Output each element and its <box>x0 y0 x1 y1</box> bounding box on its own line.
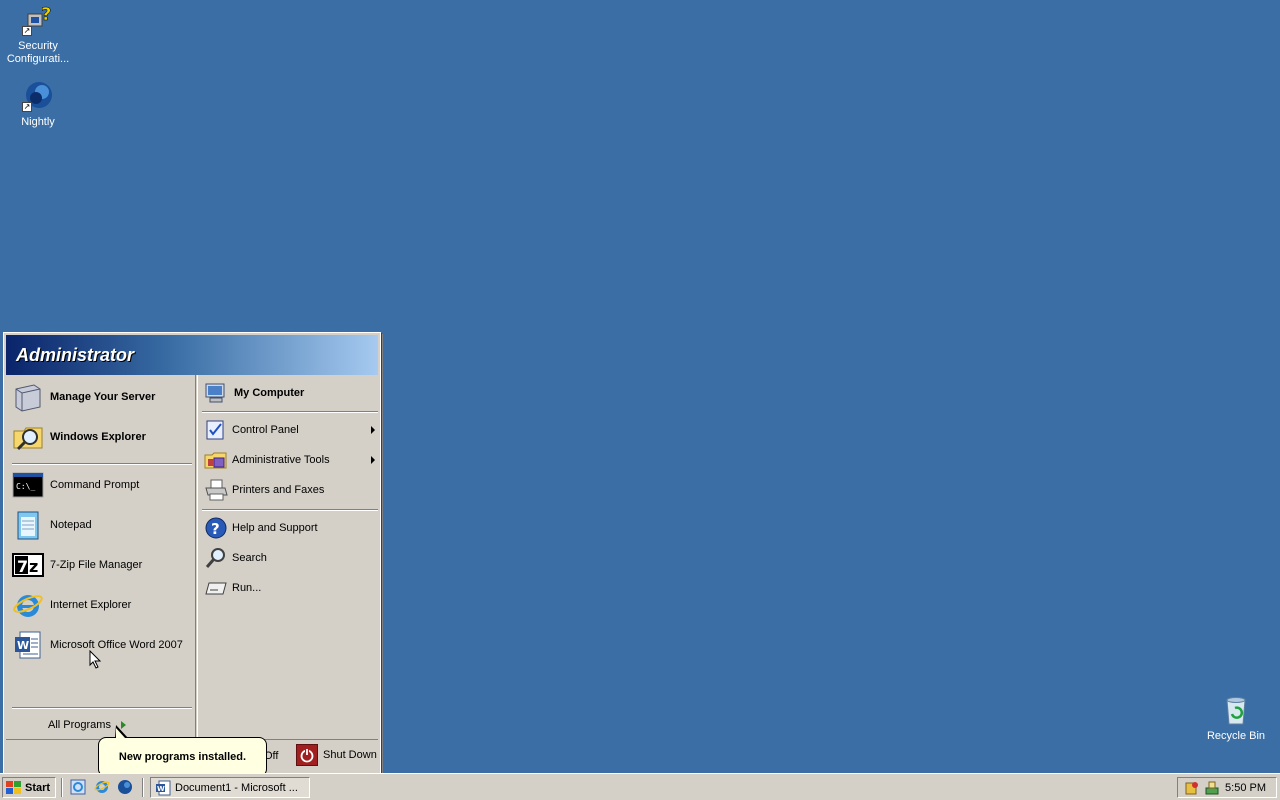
balloon-text: New programs installed. <box>118 751 247 763</box>
start-menu-left-pane: Manage Your Server Windows Explorer C:\_ <box>6 375 196 739</box>
start-item-windows-explorer[interactable]: Windows Explorer <box>6 419 192 455</box>
svg-text:W: W <box>17 639 29 652</box>
start-item-label: Internet Explorer <box>50 599 132 611</box>
start-item-help-support[interactable]: ? Help and Support <box>198 515 379 541</box>
task-label: Document1 - Microsoft ... <box>175 781 298 794</box>
submenu-arrow-icon <box>371 456 375 464</box>
start-button[interactable]: Start <box>2 777 56 798</box>
shortcut-arrow-icon: ↗ <box>22 26 32 36</box>
security-config-icon: ? ↗ <box>22 4 54 36</box>
help-icon: ? <box>204 516 228 540</box>
power-icon <box>296 744 318 766</box>
start-item-my-computer[interactable]: My Computer <box>198 376 379 410</box>
svg-text:W: W <box>157 785 165 793</box>
start-menu-right-pane: My Computer Control Panel Administrative… <box>197 375 380 739</box>
start-item-label: Control Panel <box>232 424 299 436</box>
start-item-label: 7-Zip File Manager <box>50 559 143 571</box>
desktop-icon-security-config[interactable]: ? ↗ Security Configurati... <box>0 4 76 66</box>
quick-launch-divider <box>142 778 144 797</box>
submenu-arrow-icon <box>371 426 375 434</box>
windows-flag-icon <box>6 780 22 795</box>
desktop-icon-label: Nightly <box>21 116 55 128</box>
ie-quicklaunch-icon[interactable] <box>70 779 86 795</box>
desktop-icon-label: Recycle Bin <box>1206 730 1266 742</box>
start-menu-separator <box>202 411 378 413</box>
word-icon: W <box>12 629 44 661</box>
start-item-label: Search <box>232 552 267 564</box>
quick-launch-divider <box>61 778 63 797</box>
start-item-run[interactable]: Run... <box>198 575 379 601</box>
printer-icon <box>204 478 228 502</box>
start-item-label: Manage Your Server <box>50 391 156 403</box>
taskbar-button-word-document[interactable]: W Document1 - Microsoft ... <box>150 777 310 798</box>
start-item-administrative-tools[interactable]: Administrative Tools <box>198 447 379 473</box>
svg-text:?: ? <box>211 520 220 538</box>
start-item-label: Printers and Faxes <box>232 484 325 496</box>
start-item-label: Run... <box>232 582 262 594</box>
internet-explorer-quicklaunch-icon[interactable] <box>94 779 110 795</box>
start-item-label: Microsoft Office Word 2007 <box>50 639 183 651</box>
control-panel-icon <box>204 418 228 442</box>
start-item-label: My Computer <box>234 387 305 399</box>
7zip-icon: 7 z <box>12 549 44 581</box>
taskbar-clock[interactable]: 5:50 PM <box>1225 782 1266 794</box>
start-item-label: Administrative Tools <box>232 454 330 466</box>
start-item-label: Windows Explorer <box>50 431 146 443</box>
system-tray: 5:50 PM <box>1177 777 1277 798</box>
svg-text:z: z <box>29 557 38 576</box>
word-taskbar-icon: W <box>155 780 171 796</box>
start-item-control-panel[interactable]: Control Panel <box>198 417 379 443</box>
balloon-tail-inner <box>116 728 125 738</box>
start-item-manage-server[interactable]: Manage Your Server <box>6 379 192 415</box>
all-programs-label: All Programs <box>48 719 111 731</box>
svg-text:?: ? <box>41 4 51 25</box>
tray-network-icon[interactable] <box>1204 780 1220 796</box>
nightly-quicklaunch-icon[interactable] <box>117 779 133 795</box>
start-item-label: Notepad <box>50 519 92 531</box>
svg-text:C:\_: C:\_ <box>16 482 35 491</box>
start-label: Start <box>25 781 51 794</box>
shortcut-arrow-icon: ↗ <box>22 102 32 112</box>
explorer-icon <box>12 421 44 453</box>
admin-tools-icon <box>204 448 228 472</box>
tray-alert-icon[interactable] <box>1184 780 1200 796</box>
ie-icon <box>12 589 44 621</box>
start-item-printers-faxes[interactable]: Printers and Faxes <box>198 477 379 503</box>
new-programs-balloon[interactable]: New programs installed. <box>98 737 267 777</box>
svg-text:7: 7 <box>17 557 28 576</box>
shut-down-label: Shut Down <box>323 749 377 761</box>
nightly-browser-icon: ↗ <box>22 80 54 112</box>
search-icon <box>204 546 228 570</box>
desktop-icon-label: Security Configurati... <box>6 40 70 65</box>
start-item-internet-explorer[interactable]: Internet Explorer <box>6 587 192 623</box>
cmd-icon: C:\_ <box>12 469 44 501</box>
desktop-icon-recycle-bin[interactable]: Recycle Bin <box>1198 694 1274 743</box>
start-menu-separator <box>202 509 378 511</box>
start-menu-separator <box>12 707 192 709</box>
start-item-7zip[interactable]: 7 z 7-Zip File Manager <box>6 547 192 583</box>
shut-down-button[interactable]: Shut Down <box>296 743 377 767</box>
start-menu-user-header: Administrator <box>6 335 378 375</box>
mouse-cursor-icon <box>89 649 103 670</box>
start-menu: Administrator Manage Your Server Windows… <box>3 332 381 774</box>
recycle-bin-icon <box>1220 694 1252 726</box>
my-computer-icon <box>204 381 228 405</box>
start-menu-separator <box>12 463 192 465</box>
server-icon <box>12 381 44 413</box>
desktop-icon-nightly[interactable]: ↗ Nightly <box>0 80 76 129</box>
start-item-label: Command Prompt <box>50 479 140 491</box>
start-item-notepad[interactable]: Notepad <box>6 507 192 543</box>
start-item-search[interactable]: Search <box>198 545 379 571</box>
taskbar: Start W Document1 - Microsoft ... 5:50 P… <box>0 773 1280 800</box>
run-icon <box>204 576 228 600</box>
start-item-label: Help and Support <box>232 522 318 534</box>
notepad-icon <box>12 509 44 541</box>
start-item-command-prompt[interactable]: C:\_ Command Prompt <box>6 467 192 503</box>
